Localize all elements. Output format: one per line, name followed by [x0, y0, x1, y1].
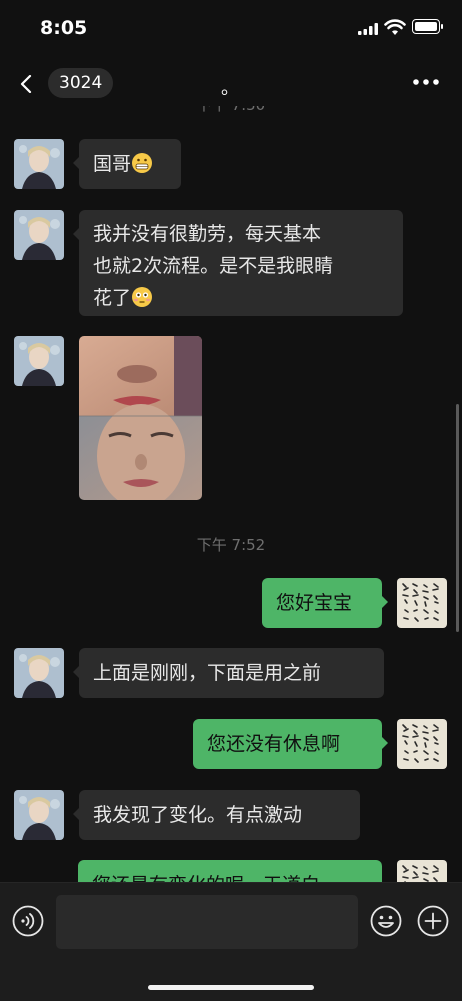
unread-count-badge: 3024 [48, 68, 114, 98]
wifi-icon [384, 19, 406, 35]
chat-title: 。 [221, 78, 239, 99]
message-text-line: 花了 [93, 287, 132, 309]
message-bubble-incoming[interactable]: 我发现了变化。有点激动 [73, 790, 360, 840]
my-avatar[interactable] [397, 578, 447, 628]
message-text: 国哥 [93, 153, 132, 175]
status-bar: 8:05 [0, 0, 462, 58]
flushed-face-icon [132, 287, 153, 307]
back-button[interactable]: 3024 [14, 66, 114, 100]
message-text: 我发现了变化。有点激动 [93, 804, 303, 826]
status-time: 8:05 [40, 17, 88, 39]
emoji-icon[interactable] [370, 905, 402, 937]
timestamp: 下午 7:52 [196, 536, 266, 554]
message-text-line: 也就2次流程。是不是我眼睛 [93, 255, 334, 277]
message-text: 上面是刚刚，下面是用之前 [93, 662, 322, 684]
timestamp: 下午 7:50 [0, 106, 462, 115]
home-indicator [148, 985, 314, 990]
message-text: 您好宝宝 [276, 592, 353, 614]
message-input[interactable] [56, 895, 358, 949]
message-bubble-outgoing[interactable]: 您还是有变化的呢，天道白 [78, 860, 382, 882]
message-bubble-incoming[interactable]: 国哥 [73, 139, 181, 189]
contact-avatar[interactable] [14, 336, 64, 386]
contact-avatar[interactable] [14, 210, 64, 260]
chat-header: 3024 。 [0, 58, 462, 106]
contact-avatar[interactable] [14, 790, 64, 840]
message-text: 您还没有休息啊 [207, 733, 341, 755]
message-photo[interactable] [79, 336, 202, 500]
message-bubble-incoming[interactable]: 我并没有很勤劳，每天基本 也就2次流程。是不是我眼睛 花了 [73, 210, 403, 316]
message-bubble-outgoing[interactable]: 您还没有休息啊 [193, 719, 388, 769]
scrollbar[interactable] [456, 404, 459, 632]
contact-avatar[interactable] [14, 648, 64, 698]
message-text-line: 我并没有很勤劳，每天基本 [93, 223, 322, 245]
contact-avatar[interactable] [14, 139, 64, 189]
cellular-signal-icon [358, 23, 378, 35]
add-attachment-icon[interactable] [417, 905, 449, 937]
voice-input-icon[interactable] [12, 905, 44, 937]
my-avatar[interactable] [397, 860, 447, 882]
message-text: 您还是有变化的呢，天道白 [92, 874, 320, 882]
message-list[interactable]: 下午 7:50 国哥 我并没有很勤劳，每天基本 也就2次流程。是不是我眼睛 花了 [0, 106, 462, 882]
chevron-left-icon [20, 75, 32, 93]
input-bar [0, 882, 462, 1001]
grinning-face-icon [132, 153, 153, 173]
my-avatar[interactable] [397, 719, 447, 769]
message-bubble-outgoing[interactable]: 您好宝宝 [262, 578, 388, 628]
message-bubble-incoming[interactable]: 上面是刚刚，下面是用之前 [73, 648, 384, 698]
battery-icon [412, 19, 443, 34]
more-options-icon[interactable] [410, 72, 442, 92]
